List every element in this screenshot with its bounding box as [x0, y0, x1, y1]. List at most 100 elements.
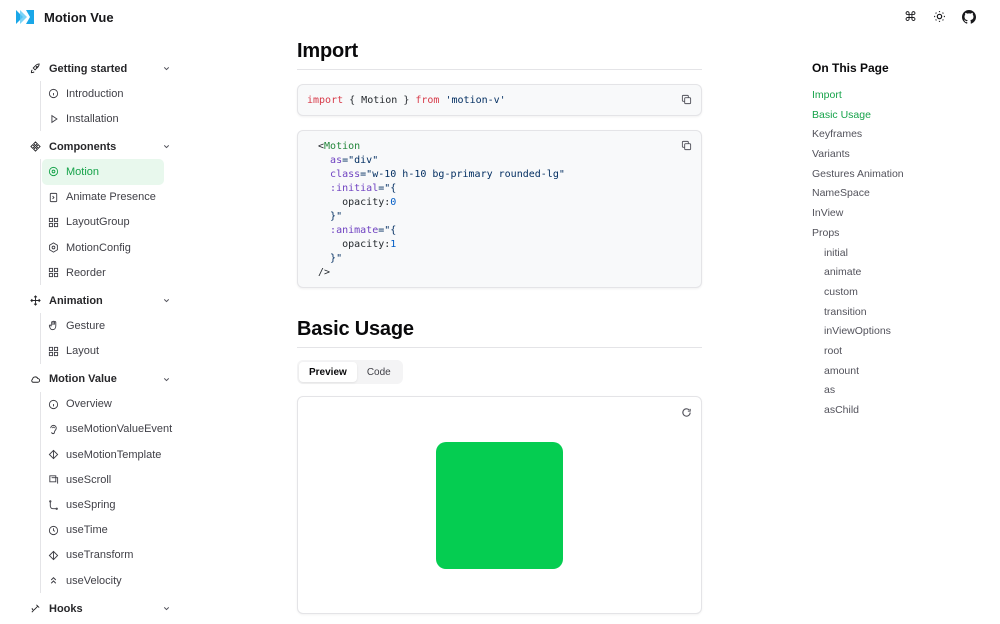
shapes-icon: [48, 449, 59, 460]
sidebar-group-hooks: Hooks: [24, 596, 184, 621]
toc-item-transition[interactable]: transition: [812, 306, 982, 326]
code-token: 'motion-v': [439, 95, 506, 106]
sidebar-group-label: Components: [49, 140, 117, 153]
sidebar-item-overview[interactable]: Overview: [42, 392, 184, 417]
sun-icon[interactable]: [932, 9, 947, 24]
sidebar-item-label: Introduction: [66, 87, 124, 100]
sidebar-item-label: Layout: [66, 345, 100, 358]
toc-title: On This Page: [812, 61, 889, 75]
hook-icon: [29, 603, 41, 615]
toc-item-custom[interactable]: custom: [812, 286, 982, 306]
code-line: :initial="{: [318, 182, 701, 196]
toc-item-initial[interactable]: initial: [812, 247, 982, 267]
sidebar-item-usescroll[interactable]: useScroll: [42, 467, 184, 492]
section-heading-import: Import: [297, 40, 359, 62]
code-token: 0: [390, 197, 397, 208]
sidebar-item-label: useTime: [66, 524, 108, 537]
sidebar-item-label: Reorder: [66, 266, 106, 279]
github-icon[interactable]: [961, 9, 976, 24]
toc-item-props[interactable]: Props: [812, 227, 982, 247]
sidebar-item-label: useVelocity: [66, 574, 122, 587]
code-token: ="div": [342, 155, 379, 166]
sidebar-item-label: MotionConfig: [66, 241, 131, 254]
sidebar-item-label: Animate Presence: [66, 191, 156, 204]
table-of-contents: On This Page Import Basic Usage Keyframe…: [812, 61, 982, 424]
sidebar-item-usetransform[interactable]: useTransform: [42, 543, 184, 568]
sidebar-item-label: Overview: [66, 398, 112, 411]
toc-item-inview[interactable]: InView: [812, 207, 982, 227]
toc-item-gestures-animation[interactable]: Gestures Animation: [812, 168, 982, 188]
settings-icon: [48, 242, 59, 253]
sidebar-item-layoutgroup[interactable]: LayoutGroup: [42, 210, 184, 235]
scroll-icon: [48, 474, 59, 485]
toc-item-as[interactable]: as: [812, 384, 982, 404]
code-token: from: [415, 95, 440, 106]
code-token: }": [330, 253, 343, 264]
toc-item-aschild[interactable]: asChild: [812, 404, 982, 424]
sidebar-item-usetime[interactable]: useTime: [42, 518, 184, 543]
tab-preview[interactable]: Preview: [299, 362, 357, 382]
transform-icon: [48, 550, 59, 561]
toc-item-namespace[interactable]: NameSpace: [812, 187, 982, 207]
code-token: import: [307, 95, 344, 106]
clock-icon: [48, 525, 59, 536]
sidebar-item-motion[interactable]: Motion: [42, 159, 164, 185]
toc-item-amount[interactable]: amount: [812, 365, 982, 385]
code-token: :animate: [330, 225, 379, 236]
code-token: />: [318, 267, 331, 278]
sidebar-item-label: useTransform: [66, 549, 134, 562]
sidebar-item-usemotiontemplate[interactable]: useMotionTemplate: [42, 442, 184, 467]
copy-icon[interactable]: [681, 140, 692, 151]
copy-icon[interactable]: [681, 94, 692, 105]
brand[interactable]: Motion Vue: [16, 8, 114, 26]
sidebar-group-label: Getting started: [49, 62, 128, 75]
command-icon[interactable]: ⌘: [903, 9, 918, 24]
sidebar-group-header[interactable]: Animation: [24, 288, 184, 313]
code-token: opacity:: [342, 197, 391, 208]
chevrons-up-icon: [48, 575, 59, 586]
sidebar-item-animate-presence[interactable]: Animate Presence: [42, 185, 184, 210]
import-code-block: import { Motion } from 'motion-v': [297, 84, 702, 116]
sidebar-item-label: useScroll: [66, 473, 112, 486]
toc-item-keyframes[interactable]: Keyframes: [812, 128, 982, 148]
chevron-down-icon[interactable]: [162, 64, 172, 74]
toc-item-basic-usage[interactable]: Basic Usage: [812, 109, 982, 129]
sidebar-item-usespring[interactable]: useSpring: [42, 492, 184, 517]
sidebar-item-introduction[interactable]: Introduction: [42, 81, 184, 106]
sidebar-item-usevelocity[interactable]: useVelocity: [42, 568, 184, 593]
play-icon: [48, 113, 59, 124]
code-line: class="w-10 h-10 bg-primary rounded-lg": [318, 168, 701, 182]
move-icon: [29, 295, 41, 307]
toc-item-inviewoptions[interactable]: inViewOptions: [812, 325, 982, 345]
sidebar-group-header[interactable]: Getting started: [24, 56, 184, 81]
chevron-down-icon[interactable]: [162, 296, 172, 306]
toc-item-import[interactable]: Import: [812, 89, 982, 109]
sidebar-item-usemotionvalueevent[interactable]: useMotionValueEvent: [42, 417, 184, 442]
code-line: opacity:1: [318, 238, 701, 252]
code-line: as="div": [318, 154, 701, 168]
sidebar-item-installation[interactable]: Installation: [42, 106, 184, 131]
tab-code[interactable]: Code: [357, 362, 401, 382]
chevron-down-icon[interactable]: [162, 142, 172, 152]
sidebar-group-header[interactable]: Components: [24, 134, 184, 159]
toc-item-root[interactable]: root: [812, 345, 982, 365]
info-circle-icon: [48, 399, 59, 410]
sidebar-item-label: useSpring: [66, 499, 116, 512]
animated-motion-box: [436, 442, 563, 569]
sidebar-item-reorder[interactable]: Reorder: [42, 260, 184, 285]
sidebar-items: Gesture Layout: [40, 313, 184, 364]
sidebar-group-header[interactable]: Motion Value: [24, 367, 184, 392]
toc-item-animate[interactable]: animate: [812, 266, 982, 286]
chevron-down-icon[interactable]: [162, 604, 172, 614]
sidebar-item-layout[interactable]: Layout: [42, 339, 184, 364]
toc-item-variants[interactable]: Variants: [812, 148, 982, 168]
refresh-icon[interactable]: [681, 405, 692, 417]
sidebar-item-motionconfig[interactable]: MotionConfig: [42, 235, 184, 260]
code-token: :initial: [330, 183, 379, 194]
hand-icon: [48, 320, 59, 331]
sidebar-group-getting-started: Getting started Introduction Installatio…: [24, 56, 184, 132]
spring-icon: [48, 499, 59, 511]
chevron-down-icon[interactable]: [162, 374, 172, 384]
sidebar-group-header[interactable]: Hooks: [24, 596, 184, 621]
sidebar-item-gesture[interactable]: Gesture: [42, 313, 184, 338]
